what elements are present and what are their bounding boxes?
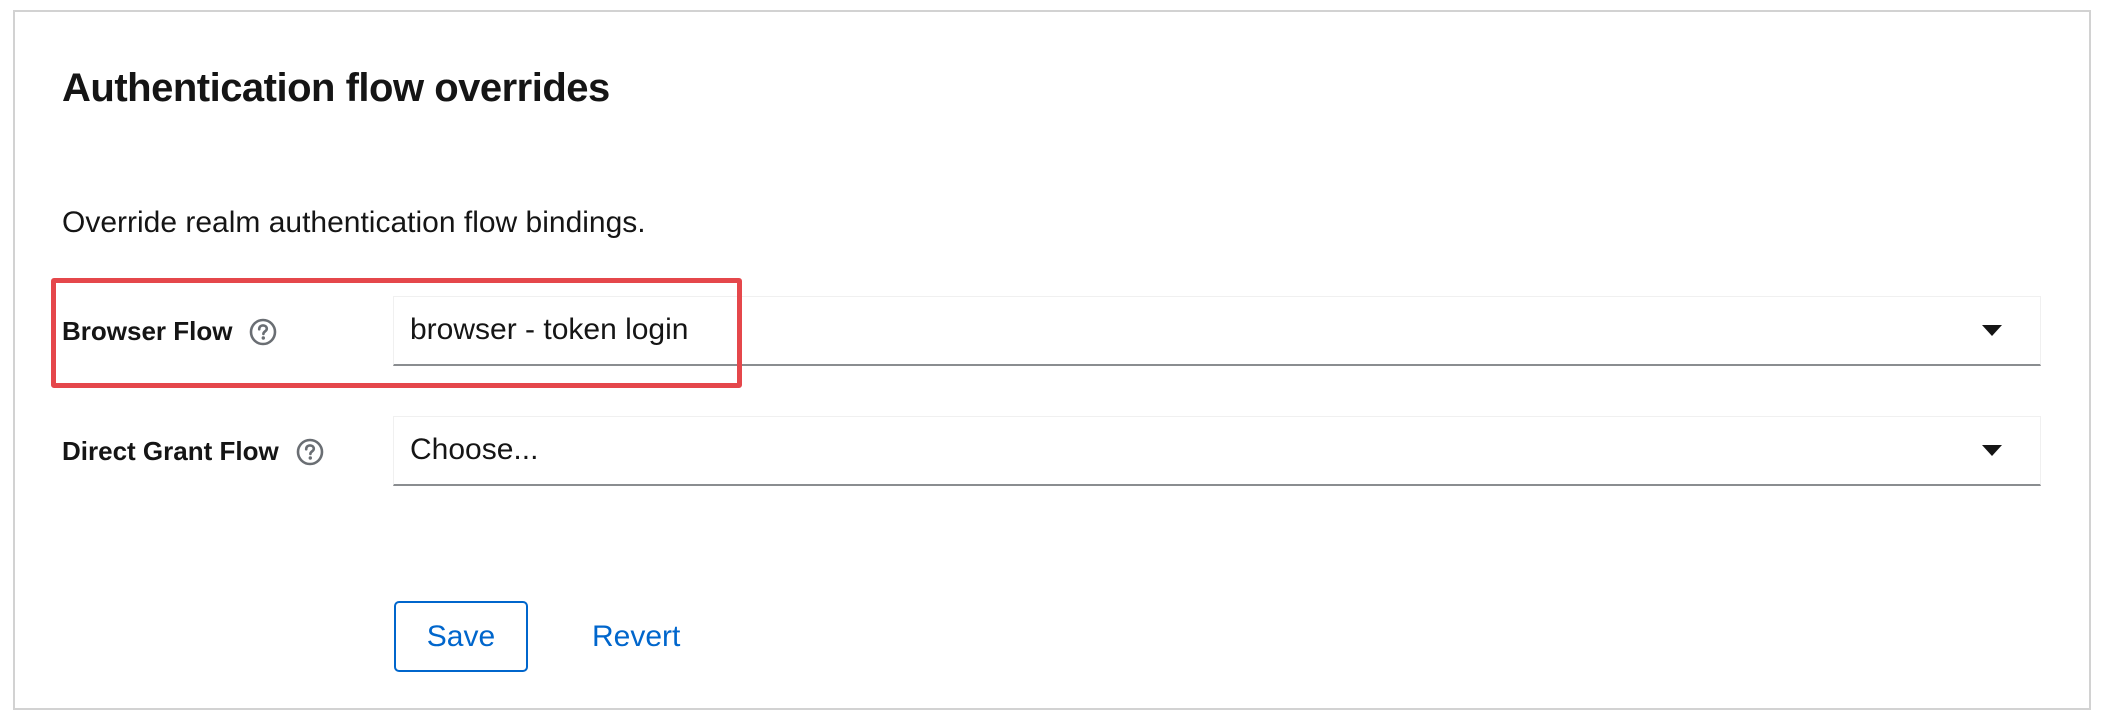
section-description: Override realm authentication flow bindi…: [62, 206, 646, 239]
question-circle-icon[interactable]: [295, 437, 325, 467]
save-button[interactable]: Save: [394, 601, 528, 672]
caret-down-icon: [1982, 325, 2002, 336]
section-title: Authentication flow overrides: [62, 66, 610, 110]
direct-grant-flow-label-group: Direct Grant Flow: [62, 436, 325, 467]
caret-down-icon: [1982, 445, 2002, 456]
revert-button[interactable]: Revert: [580, 601, 692, 672]
direct-grant-flow-label: Direct Grant Flow: [62, 436, 279, 466]
browser-flow-value: browser - token login: [410, 313, 689, 346]
browser-flow-select[interactable]: browser - token login: [393, 296, 2041, 366]
direct-grant-flow-select[interactable]: Choose...: [393, 416, 2041, 486]
browser-flow-label-group: Browser Flow: [62, 316, 278, 347]
direct-grant-flow-value: Choose...: [410, 433, 539, 466]
browser-flow-label: Browser Flow: [62, 316, 233, 346]
question-circle-icon[interactable]: [248, 317, 278, 347]
